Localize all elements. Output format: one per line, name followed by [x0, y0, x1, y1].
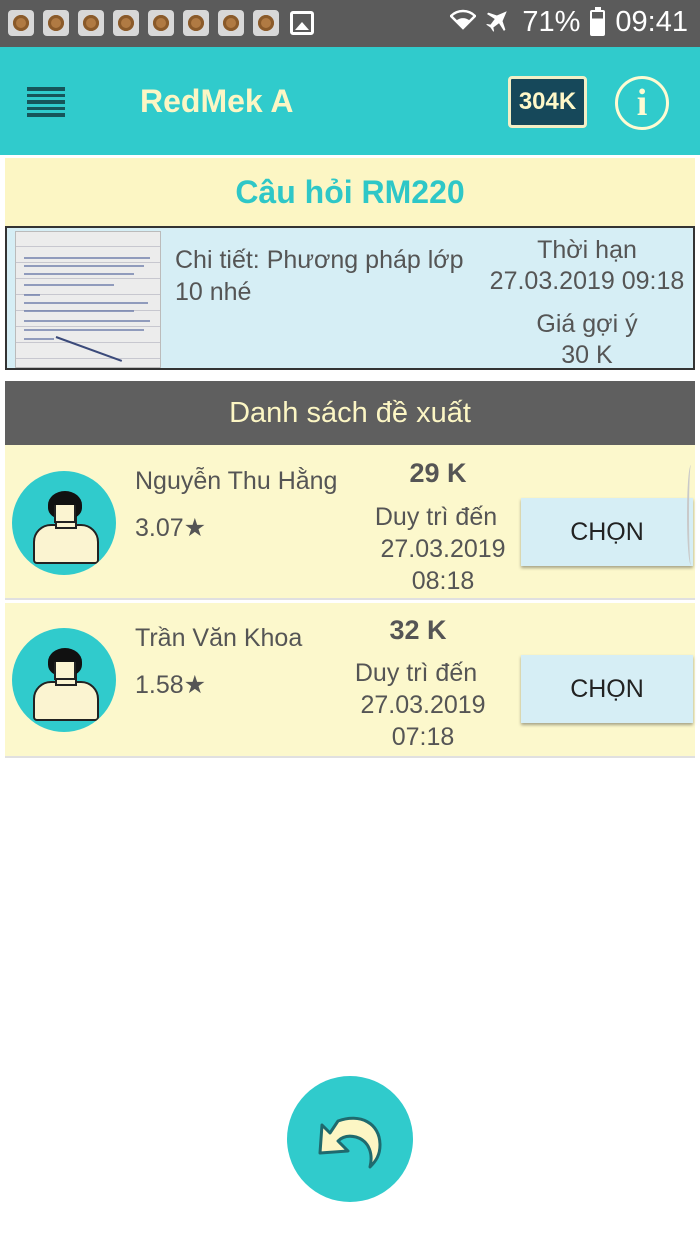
airplane-mode-icon: [486, 6, 512, 39]
choose-offer-button[interactable]: CHỌN: [521, 655, 693, 723]
suggested-price-label: Giá gợi ý: [536, 310, 638, 338]
gallery-icon: [290, 11, 314, 35]
offer-name: Trần Văn Khoa: [135, 624, 303, 652]
avatar: [12, 628, 116, 732]
suggested-price-value: 30 K: [561, 341, 613, 369]
question-image-thumbnail[interactable]: [15, 231, 161, 368]
hamburger-menu-icon[interactable]: [27, 87, 65, 117]
choose-offer-button[interactable]: CHỌN: [521, 498, 693, 566]
offer-row: Nguyễn Thu Hằng 3.07★ 29 K Duy trì đến 2…: [5, 445, 695, 600]
undo-arrow-icon: [318, 1116, 382, 1169]
offers-list-title: Danh sách đề xuất: [229, 396, 471, 429]
app-notification-icon: [148, 10, 174, 36]
offer-duration-time: 07:18: [391, 723, 455, 751]
back-button[interactable]: [287, 1076, 413, 1202]
offer-duration-date: 27.03.2019: [360, 691, 486, 719]
offer-rating: 1.58★: [135, 671, 207, 699]
app-title: RedMek A: [140, 83, 294, 119]
app-notification-icon: [43, 10, 69, 36]
avatar: [12, 471, 116, 575]
question-detail: Chi tiết: Phương pháp lớp 10 nhé: [175, 246, 464, 306]
app-notification-icon: [113, 10, 139, 36]
offer-price: 29 K: [409, 458, 467, 488]
balance-badge[interactable]: 304K: [508, 76, 587, 128]
battery-icon: [590, 6, 606, 36]
battery-percent: 71%: [522, 6, 581, 38]
clock: 09:41: [615, 6, 688, 38]
offer-name: Nguyễn Thu Hằng: [135, 467, 338, 495]
deadline-label: Thời hạn: [537, 236, 637, 264]
offer-row: Trần Văn Khoa 1.58★ 32 K Duy trì đến 27.…: [5, 603, 695, 758]
question-title: Câu hỏi RM220: [235, 173, 465, 210]
offer-duration-date: 27.03.2019: [380, 535, 506, 563]
app-bar: RedMek A 304K i: [0, 47, 700, 155]
info-icon[interactable]: i: [615, 76, 669, 130]
app-notification-icon: [253, 10, 279, 36]
notification-icons: [8, 10, 314, 36]
offer-rating: 3.07★: [135, 514, 207, 542]
wifi-icon: [449, 8, 478, 37]
question-card[interactable]: Chi tiết: Phương pháp lớp 10 nhé Thời hạ…: [5, 226, 695, 370]
offer-duration-label: Duy trì đến: [374, 503, 498, 531]
screen-edge: [687, 465, 695, 565]
offer-price: 32 K: [389, 615, 447, 645]
app-notification-icon: [183, 10, 209, 36]
system-status: 71% 09:41: [449, 6, 688, 39]
offer-duration-time: 08:18: [411, 567, 475, 595]
app-notification-icon: [218, 10, 244, 36]
question-header: Câu hỏi RM220: [5, 158, 695, 226]
app-notification-icon: [8, 10, 34, 36]
status-bar: 71% 09:41: [0, 0, 700, 47]
offer-duration-label: Duy trì đến: [354, 659, 478, 687]
app-notification-icon: [78, 10, 104, 36]
offers-list-header: Danh sách đề xuất: [5, 381, 695, 445]
deadline-value: 27.03.2019 09:18: [489, 267, 685, 295]
